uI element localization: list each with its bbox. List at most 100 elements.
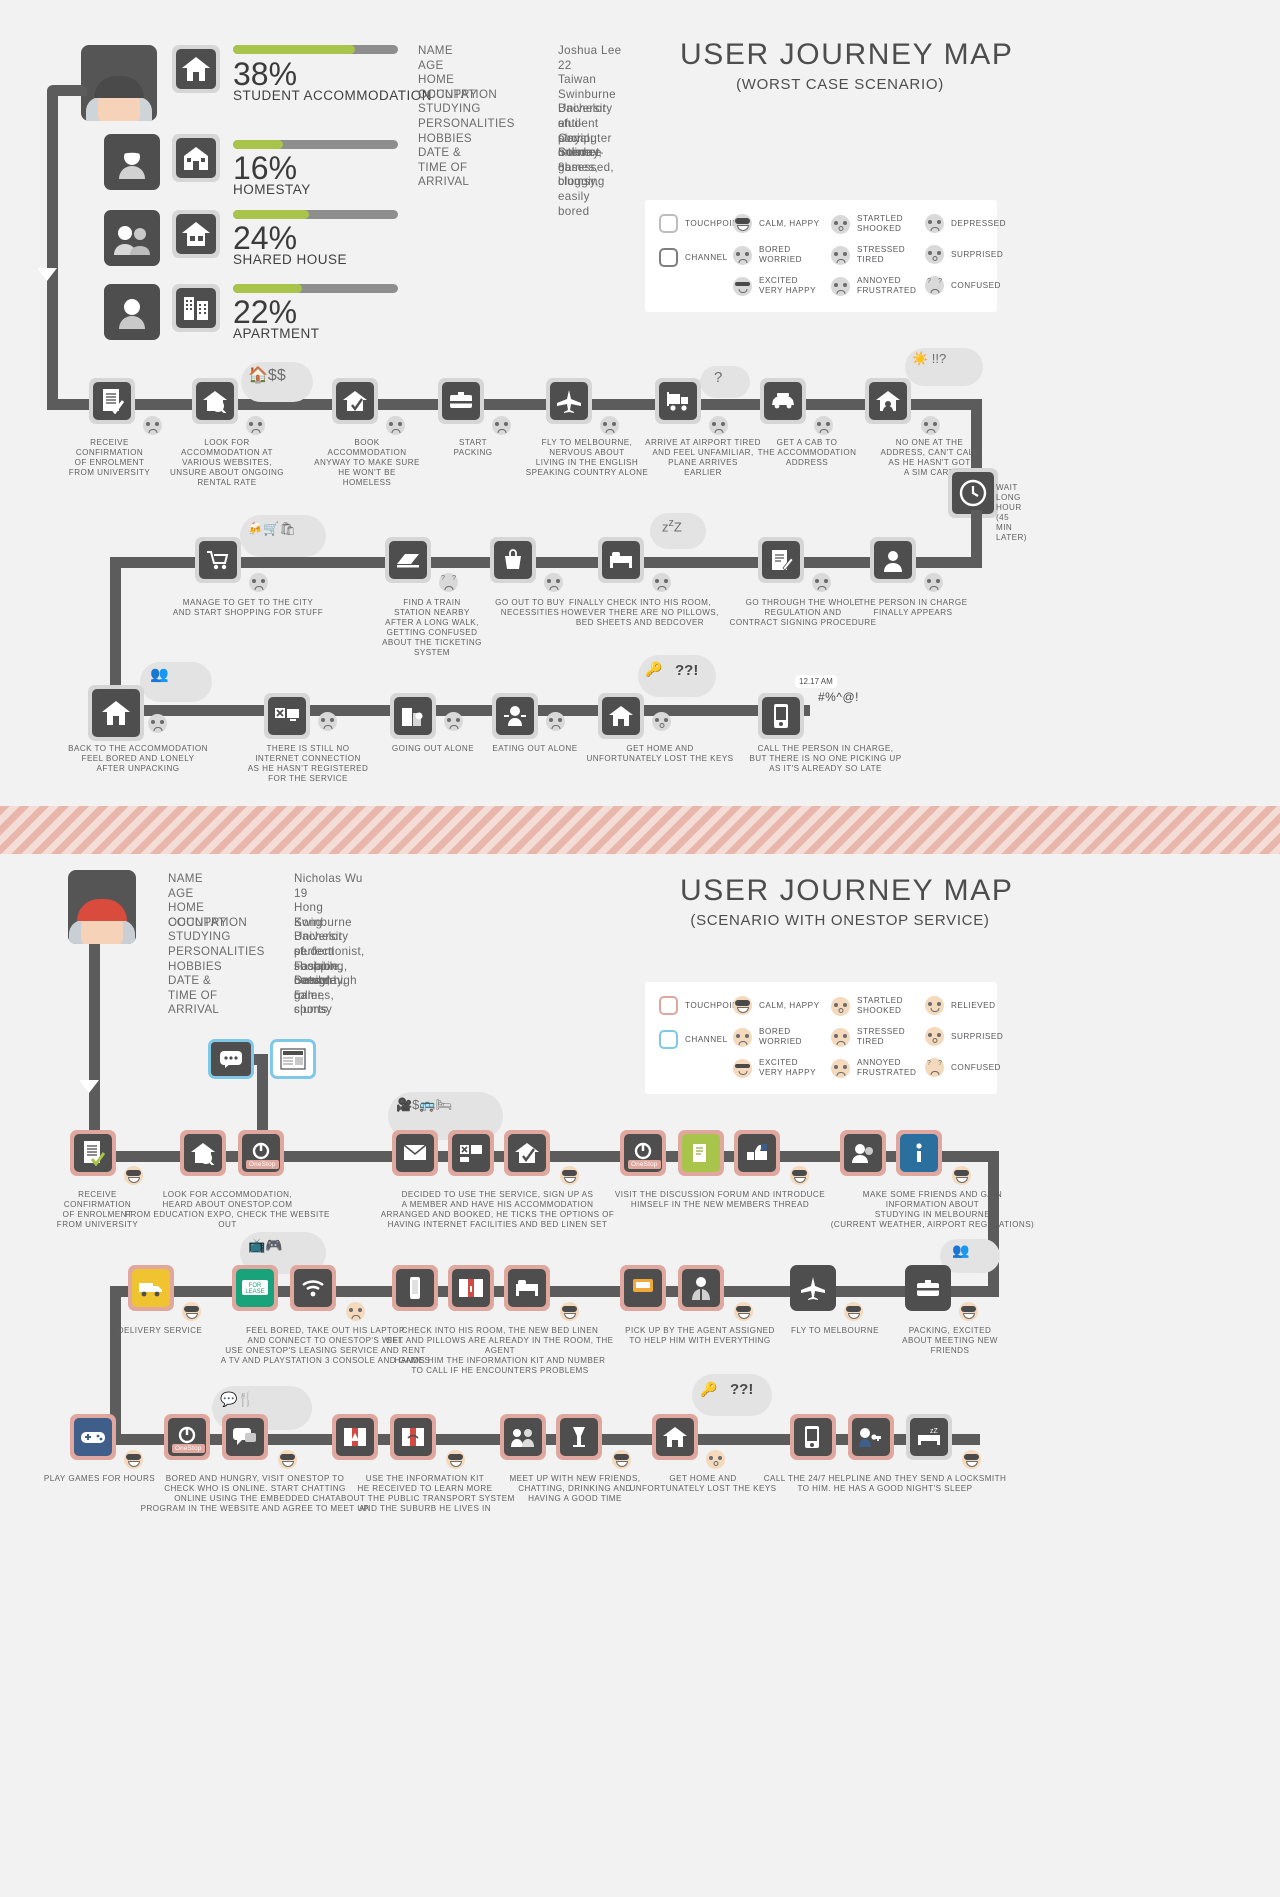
stat-icon-0 <box>172 45 220 93</box>
legend-key-1: CHANNEL <box>659 248 728 267</box>
step-node-1[interactable] <box>192 378 238 424</box>
step2r2-node-2a[interactable] <box>392 1265 438 1311</box>
step-mood-1 <box>246 416 267 437</box>
step2-node-4[interactable] <box>758 537 804 583</box>
step2-mood-2 <box>544 573 565 594</box>
stat-bar-fill-3 <box>233 284 303 293</box>
legend-mood-8: ?? CONFUSED <box>925 276 1001 295</box>
step2r1-node-4b-info[interactable] <box>896 1130 942 1176</box>
step2r3-node-1a-onestop[interactable]: OneStop <box>164 1414 210 1460</box>
channel-chat-node[interactable] <box>208 1039 254 1079</box>
legend2-mood-label: BORED WORRIED <box>759 1027 803 1046</box>
step-node-7[interactable] <box>865 378 911 424</box>
channel-news-node[interactable] <box>270 1039 316 1079</box>
step-node-2[interactable] <box>332 378 378 424</box>
rounded-square-outline-icon <box>659 214 678 233</box>
stat-label-1: HOMESTAY <box>233 182 311 197</box>
step2r2-node-2c[interactable] <box>504 1265 550 1311</box>
step2r3-node-3a[interactable] <box>500 1414 546 1460</box>
stat-label-0: STUDENT ACCOMMODATION <box>233 88 433 103</box>
persona-table-onestop: NAME Nicholas Wu AGE 19 HOME COUNTRY Hong K… <box>168 872 588 1016</box>
step-node-3[interactable] <box>438 378 484 424</box>
step2-node-2[interactable] <box>490 537 536 583</box>
step3-node-4[interactable] <box>598 693 644 739</box>
step2-node-5[interactable] <box>870 537 916 583</box>
step3-node-0[interactable] <box>88 685 144 741</box>
step-node-4[interactable] <box>546 378 592 424</box>
step2r1-node-1[interactable] <box>180 1130 226 1176</box>
legend-mood-label: CONFUSED <box>951 280 1001 290</box>
step2r3-node-4[interactable] <box>652 1414 698 1460</box>
step3-node-2[interactable] <box>390 693 436 739</box>
step2r3-node-3b[interactable] <box>556 1414 602 1460</box>
step3-node-1[interactable] <box>264 693 310 739</box>
legend-mood-label: STRESSED TIRED <box>857 245 906 264</box>
flow2-arrow-down <box>79 1080 99 1093</box>
sun-alarm-icon: ☀️ !!? <box>912 351 947 366</box>
step2r1-node-1b-onestop[interactable]: OneStop <box>238 1130 284 1176</box>
step2r3-node-5c-sleep[interactable]: zZ <box>906 1414 952 1460</box>
step2r2-node-1b-wifi[interactable] <box>290 1265 336 1311</box>
persona-table-worst: NAME Joshua Lee AGE 22 HOME COUNTRY Taiwan … <box>418 44 818 218</box>
step2r3-node-5b[interactable] <box>848 1414 894 1460</box>
persona-value: 19 <box>294 886 308 900</box>
step2r2-node-3b[interactable] <box>678 1265 724 1311</box>
legend-mood-7: SURPRISED <box>925 245 1003 264</box>
persona-key: AGE <box>168 886 194 900</box>
step2r3-node-5a[interactable] <box>790 1414 836 1460</box>
persona-key: HOBBIES <box>418 131 472 145</box>
step2-node-0[interactable] <box>195 537 241 583</box>
flow-arrow-down-1 <box>37 268 57 281</box>
onestop-title-sub: (SCENARIO WITH ONESTOP SERVICE) <box>690 912 990 929</box>
legend-mood-label: BORED WORRIED <box>759 245 803 264</box>
step2-node-3[interactable] <box>598 537 644 583</box>
legend2-key-label: CHANNEL <box>685 1034 728 1044</box>
step2r1-caption-2: DECIDED TO USE THE SERVICE, SIGN UP AS A… <box>380 1190 615 1229</box>
step2r1-node-2c[interactable] <box>504 1130 550 1176</box>
step2r2-node-1a[interactable]: FOR LEASE <box>232 1265 278 1311</box>
step-node-6[interactable] <box>760 378 806 424</box>
step2r1-node-3b[interactable] <box>678 1130 724 1176</box>
legend-mood-label: CALM, HAPPY <box>759 218 820 228</box>
stat-icon-1 <box>172 134 220 182</box>
legend2-mood-label: STRESSED TIRED <box>857 1027 906 1046</box>
tv-gamepad-icon: 📺🎮 <box>248 1237 283 1253</box>
step2r3-node-2a[interactable] <box>332 1414 378 1460</box>
legend2-mood-4: STRESSED TIRED <box>831 1027 905 1047</box>
stat-bar-fill-2 <box>233 210 309 219</box>
step2r1-node-3c[interactable] <box>734 1130 780 1176</box>
step2r2-node-5-suitcase[interactable] <box>905 1265 951 1311</box>
annoyed-face-icon <box>831 1058 850 1078</box>
step2r2-node-0[interactable] <box>128 1265 174 1311</box>
step2r1-node-4a[interactable] <box>840 1130 886 1176</box>
step2r3-node-1b-chat[interactable] <box>222 1414 268 1460</box>
legend-mood-2: EXCITED VERY HAPPY <box>733 276 816 296</box>
stat-icon-2 <box>172 210 220 258</box>
step2r2-node-3a[interactable] <box>620 1265 666 1311</box>
step2-node-1[interactable] <box>385 537 431 583</box>
step2r1-node-2b[interactable] <box>448 1130 494 1176</box>
step2r1-mood-3 <box>790 1166 811 1187</box>
step3-node-5[interactable] <box>758 693 804 739</box>
step-node-0[interactable] <box>89 378 135 424</box>
persona-key: PERSONALITIES <box>418 117 515 130</box>
step2r1-mood-4 <box>952 1166 973 1187</box>
onestop-section: USER JOURNEY MAP (SCENARIO WITH ONESTOP … <box>0 854 1280 1897</box>
step2r2-node-2b[interactable] <box>448 1265 494 1311</box>
flow-pipe-top-connector <box>47 85 87 96</box>
step2r3-node-2b[interactable] <box>390 1414 436 1460</box>
step2r3-node-0-gamepad[interactable] <box>70 1414 116 1460</box>
legend2-mood-0: CALM, HAPPY <box>733 996 820 1015</box>
step2r1-node-0[interactable] <box>70 1130 116 1176</box>
step2r2-node-4-plane[interactable] <box>790 1265 836 1311</box>
step-node-5[interactable] <box>655 378 701 424</box>
persona-value: Saturday, 5am <box>294 974 346 1002</box>
step2r1-node-3a[interactable]: OneStop <box>620 1130 666 1176</box>
step2r2-mood-4 <box>844 1302 865 1323</box>
legend2-mood-3: STARTLED SHOOKED <box>831 996 903 1016</box>
step2r1-node-2a[interactable] <box>392 1130 438 1176</box>
step-mood-7 <box>921 416 942 437</box>
stat-bar-track-3 <box>233 284 398 293</box>
confused-face-icon: ?? <box>925 1058 944 1077</box>
step3-node-3[interactable] <box>492 693 538 739</box>
